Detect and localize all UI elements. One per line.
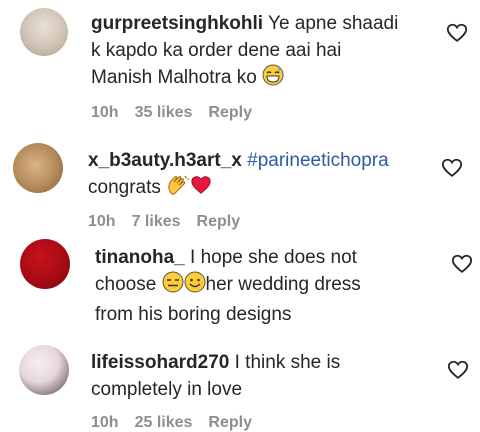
comment-meta: 10h 35 likes Reply <box>91 104 252 122</box>
comment-likes[interactable]: 7 likes <box>132 213 181 231</box>
avatar[interactable] <box>19 345 69 395</box>
comment-text: I hope she does not <box>184 247 357 268</box>
expressionless-face-emoji <box>162 271 184 301</box>
comment-time: 10h <box>88 213 116 230</box>
comment-text: her wedding dress <box>205 274 361 295</box>
avatar[interactable] <box>20 8 68 56</box>
heart-outline-icon[interactable] <box>446 22 468 44</box>
reply-button[interactable]: Reply <box>208 104 252 122</box>
comment-text: I think she is <box>229 352 341 373</box>
comment-text: from his boring designs <box>95 304 292 325</box>
comment-username[interactable]: tinanoha_ <box>95 247 185 268</box>
comment-username[interactable]: lifeissohard270 <box>91 352 229 373</box>
comment-body: gurpreetsinghkohli Ye apne shaadi k kapd… <box>91 10 398 94</box>
comment-text: completely in love <box>91 379 243 400</box>
reply-button[interactable]: Reply <box>208 414 252 432</box>
heart-outline-icon[interactable] <box>451 253 473 275</box>
comment-time: 10h <box>91 414 119 431</box>
comment-username[interactable]: x_b3auty.h3art_x <box>88 150 242 171</box>
comment-body: x_b3auty.h3art_x #parineetichopra congra… <box>88 147 389 204</box>
comment-meta: 10h 25 likes Reply <box>91 414 252 432</box>
hashtag-link[interactable]: #parineetichopra <box>242 150 389 171</box>
comment-text: congrats <box>88 177 167 198</box>
reply-button[interactable]: Reply <box>197 213 241 231</box>
comment-body: tinanoha_ I hope she does not choose her… <box>95 244 361 328</box>
slightly-smiling-face-emoji <box>184 271 206 301</box>
avatar[interactable] <box>13 143 63 193</box>
comment-username[interactable]: gurpreetsinghkohli <box>91 13 263 34</box>
clapping-hands-emoji <box>166 174 190 204</box>
comment-text: Manish Malhotra ko <box>91 67 263 88</box>
comment-time: 10h <box>91 104 119 121</box>
grinning-sweat-emoji <box>262 64 284 94</box>
comment-likes[interactable]: 35 likes <box>135 104 193 122</box>
comment-text: Ye apne shaadi <box>263 13 399 34</box>
comment-text: choose <box>95 274 162 295</box>
heart-outline-icon[interactable] <box>441 157 463 179</box>
comment-meta: 10h 7 likes Reply <box>88 213 240 231</box>
comment-body: lifeissohard270 I think she is completel… <box>91 349 340 403</box>
red-heart-emoji <box>190 174 212 204</box>
avatar[interactable] <box>20 239 70 289</box>
heart-outline-icon[interactable] <box>447 359 469 381</box>
comment-likes[interactable]: 25 likes <box>135 414 193 432</box>
comment-text: k kapdo ka order dene aai hai <box>91 40 342 61</box>
